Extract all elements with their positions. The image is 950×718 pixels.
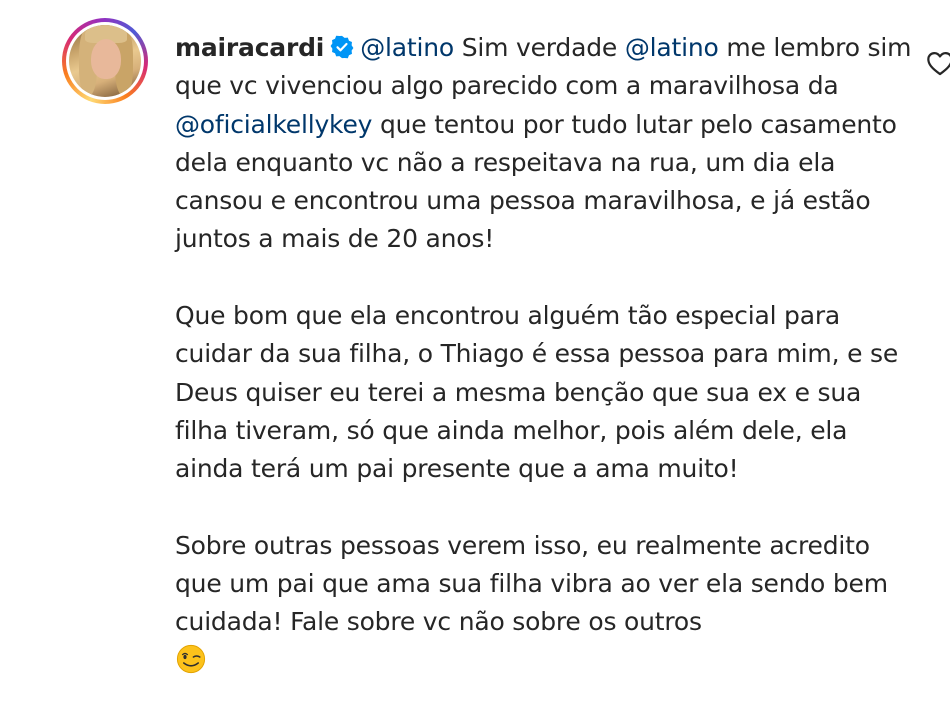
profile-photo (69, 25, 141, 97)
comment-text: Sobre outras pessoas verem isso, eu real… (175, 530, 888, 637)
comment-paragraph-2: Que bom que ela encontrou alguém tão esp… (175, 301, 899, 484)
comment-paragraph-3: Sobre outras pessoas verem isso, eu real… (175, 527, 915, 680)
mention-latino[interactable]: @latino (360, 33, 454, 62)
username-link[interactable]: mairacardi (175, 33, 324, 62)
avatar-gap (66, 22, 144, 100)
verified-badge-icon (330, 35, 354, 59)
mention-oficialkellykey[interactable]: @oficialkellykey (175, 110, 372, 139)
comment-text: Sim verdade (453, 33, 625, 62)
heart-outline-icon[interactable] (926, 50, 950, 76)
comment-paragraph-1: mairacardi @latino Sim verdade @latino me… (175, 29, 915, 259)
winking-face-emoji (176, 644, 206, 673)
comment-body: mairacardi @latino Sim verdade @latino me… (175, 29, 915, 680)
avatar[interactable] (62, 18, 148, 104)
mention-latino[interactable]: @latino (625, 33, 719, 62)
